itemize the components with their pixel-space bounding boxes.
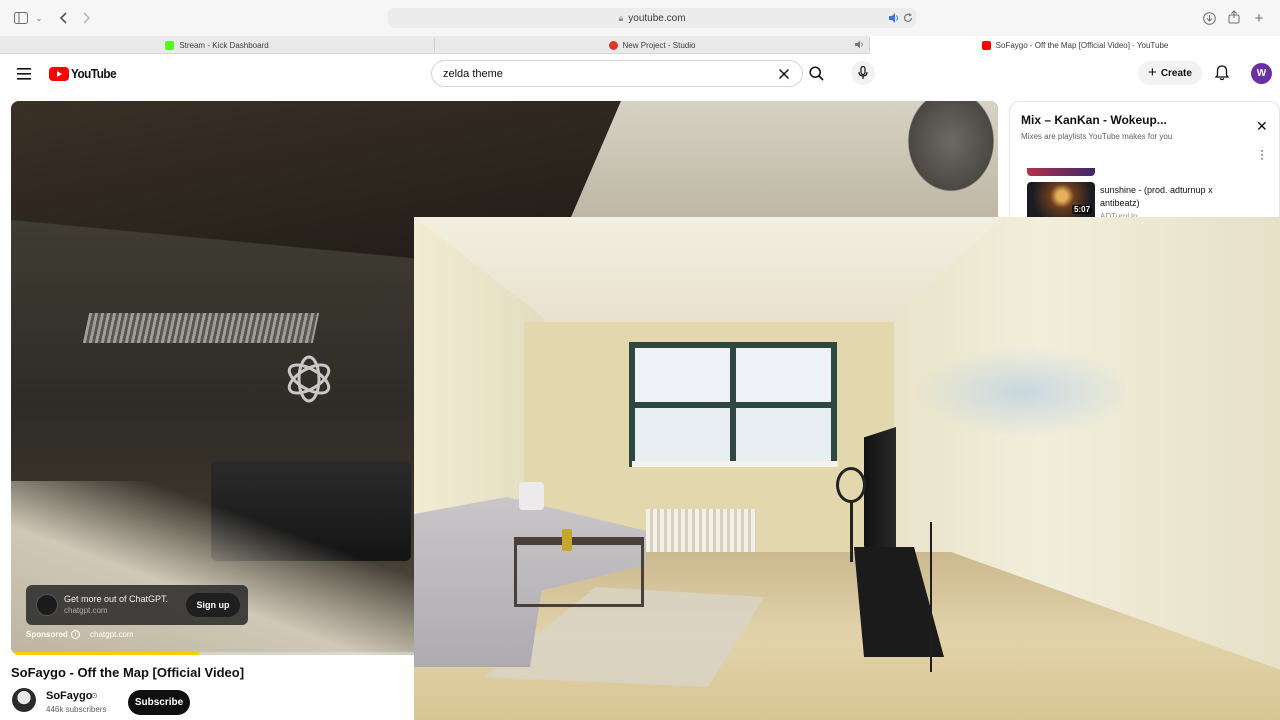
video-frame-car-body	[11, 481, 414, 655]
search-button[interactable]	[803, 60, 830, 87]
forward-icon[interactable]	[80, 10, 94, 26]
side-table-lamp	[519, 482, 544, 510]
clear-search-icon[interactable]	[778, 67, 790, 80]
new-tab-icon[interactable]: +	[1251, 10, 1267, 27]
voice-search-button[interactable]	[851, 61, 875, 85]
tab-studio[interactable]: New Project - Studio	[435, 36, 869, 54]
coffee-table	[514, 537, 644, 607]
ad-domain: chatgpt.com	[64, 606, 108, 615]
mix-subtitle: Mixes are playlists YouTube makes for yo…	[1021, 132, 1173, 141]
youtube-favicon-icon	[981, 40, 991, 50]
fan-head	[836, 467, 866, 503]
mix-item-duration: 5:07	[1072, 205, 1093, 214]
tab-youtube[interactable]: SoFaygo - Off the Map [Official Video] -…	[870, 36, 1280, 54]
download-icon[interactable]	[1201, 10, 1217, 26]
fan-pole	[850, 502, 853, 562]
address-bar[interactable]: 🔒︎ youtube.com	[388, 8, 916, 28]
subscriber-count: 446k subscribers	[46, 705, 107, 714]
kick-favicon-icon	[165, 40, 175, 50]
plus-icon: +	[1148, 64, 1157, 81]
ad-signup-button[interactable]: Sign up	[186, 593, 240, 617]
video-frame-grille	[82, 313, 320, 343]
ad-sponsored-label: Sponsored	[26, 630, 68, 639]
channel-avatar[interactable]	[12, 688, 36, 712]
light-glare	[914, 347, 1134, 437]
search-input[interactable]: zelda theme	[431, 60, 803, 87]
address-text: youtube.com	[628, 12, 686, 24]
video-title: SoFaygo - Off the Map [Official Video]	[11, 665, 245, 680]
tab-label: New Project - Studio	[622, 40, 696, 50]
ad-info-icon[interactable]: i	[71, 630, 80, 639]
mix-playlist-panel: Mix – KanKan - Wokeup... Mixes are playl…	[1009, 101, 1280, 231]
studio-favicon-icon	[608, 40, 618, 50]
window-sill	[632, 461, 838, 467]
youtube-logo-icon	[49, 66, 69, 81]
lock-icon: 🔒︎	[618, 12, 624, 23]
tripod	[930, 522, 932, 672]
create-label: Create	[1160, 67, 1192, 79]
tab-kick[interactable]: Stream - Kick Dashboard	[0, 36, 434, 54]
openai-logo-icon	[287, 355, 331, 403]
subscribe-button[interactable]: Subscribe	[128, 690, 190, 715]
tab-label: SoFaygo - Off the Map [Official Video] -…	[995, 40, 1169, 50]
notifications-icon[interactable]	[1214, 65, 1230, 81]
video-frame-person	[881, 101, 998, 221]
webcam-overlay	[414, 217, 1280, 720]
back-icon[interactable]	[56, 10, 70, 26]
sidebar-toggle-icon[interactable]	[13, 11, 29, 25]
youtube-logo[interactable]: YouTube	[49, 66, 121, 81]
reload-icon[interactable]	[902, 12, 914, 24]
ad-title: Get more out of ChatGPT.	[64, 594, 169, 604]
speaker-icon[interactable]	[888, 12, 900, 24]
tab-audio-icon[interactable]	[855, 40, 865, 50]
ad-brand-icon	[36, 594, 58, 616]
close-icon[interactable]: ✕	[1256, 118, 1268, 135]
tab-label: Stream - Kick Dashboard	[179, 40, 269, 50]
chevron-down-icon[interactable]: ⌄	[34, 12, 44, 24]
ad-progress-fill	[11, 652, 199, 655]
radiator	[646, 509, 756, 559]
create-button[interactable]: + Create	[1138, 61, 1202, 85]
search-value: zelda theme	[443, 67, 503, 80]
menu-icon[interactable]	[17, 67, 31, 80]
ad-overlay-card[interactable]: Get more out of ChatGPT. chatgpt.com Sig…	[26, 585, 248, 625]
youtube-logo-text: YouTube	[71, 66, 117, 81]
mix-title[interactable]: Mix – KanKan - Wokeup...	[1021, 113, 1167, 127]
tab-strip: Stream - Kick Dashboard New Project - St…	[0, 36, 1280, 54]
share-icon[interactable]	[1226, 9, 1242, 25]
vase	[562, 529, 572, 551]
television	[864, 427, 896, 557]
mix-previous-thumbnail[interactable]	[1027, 168, 1095, 176]
more-options-icon[interactable]: · · ·	[1260, 144, 1264, 164]
account-avatar[interactable]: W	[1251, 63, 1272, 84]
search-icon	[809, 66, 824, 81]
browser-toolbar: ⌄ 🔒︎ youtube.com +	[0, 0, 1280, 36]
microphone-icon	[858, 66, 868, 79]
verified-icon: ⊙	[91, 691, 98, 700]
mix-item-title[interactable]: sunshine - (prod. adturnup x antibeatz)	[1100, 184, 1250, 210]
ad-url[interactable]: chatgpt.com	[90, 630, 134, 639]
channel-name[interactable]: SoFaygo	[46, 690, 92, 702]
room-window	[629, 342, 837, 467]
mix-item-thumbnail[interactable]	[1027, 182, 1095, 220]
